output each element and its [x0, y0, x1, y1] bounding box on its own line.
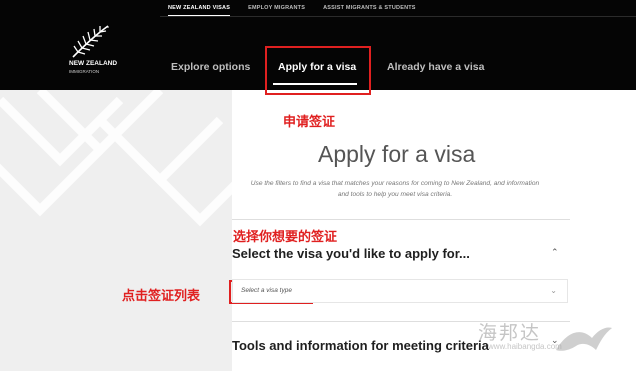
chevron-down-icon: ⌄ — [550, 286, 557, 295]
annotation-apply-visa: 申请签证 — [283, 115, 336, 130]
top-link-employ-migrants[interactable]: EMPLOY MIGRANTS — [248, 0, 305, 16]
tab-already-have-a-visa[interactable]: Already have a visa — [387, 61, 484, 73]
bird-logo-icon — [556, 327, 612, 351]
section-divider-top — [232, 219, 570, 220]
top-link-nz-visas[interactable]: NEW ZEALAND VISAS — [168, 0, 231, 16]
top-links: NEW ZEALAND VISAS EMPLOY MIGRANTS ASSIST… — [168, 0, 416, 16]
annotation-click-list: 点击签证列表 — [122, 289, 201, 304]
visa-type-select-placeholder: Select a visa type — [241, 287, 292, 294]
logo-line2: IMMIGRATION — [69, 69, 100, 74]
tools-information-heading[interactable]: Tools and information for meeting criter… — [232, 338, 489, 353]
annotation-select-visa: 选择你想要的签证 — [233, 230, 338, 245]
apply-tab-highlight-box — [265, 46, 371, 95]
silver-fern-icon — [72, 25, 109, 58]
watermark-cn: 海邦达 — [478, 322, 542, 344]
visa-type-select[interactable]: Select a visa type ⌄ — [232, 279, 568, 303]
intro-text: Use the filters to find a visa that matc… — [250, 180, 540, 198]
page-title: Apply for a visa — [318, 141, 476, 167]
select-visa-heading[interactable]: Select the visa you'd like to apply for.… — [232, 246, 470, 261]
immigration-nz-logo[interactable]: NEW ZEALAND IMMIGRATION — [66, 24, 126, 76]
background-chevron-pattern — [0, 90, 232, 227]
watermark-en: www.haibangda.com — [488, 342, 562, 351]
logo-line1: NEW ZEALAND — [69, 60, 118, 67]
header-divider — [160, 16, 636, 17]
chevron-up-icon[interactable]: ⌃ — [551, 248, 559, 258]
top-link-assist-migrants[interactable]: ASSIST MIGRANTS & STUDENTS — [323, 0, 416, 16]
tab-explore-options[interactable]: Explore options — [171, 61, 250, 73]
